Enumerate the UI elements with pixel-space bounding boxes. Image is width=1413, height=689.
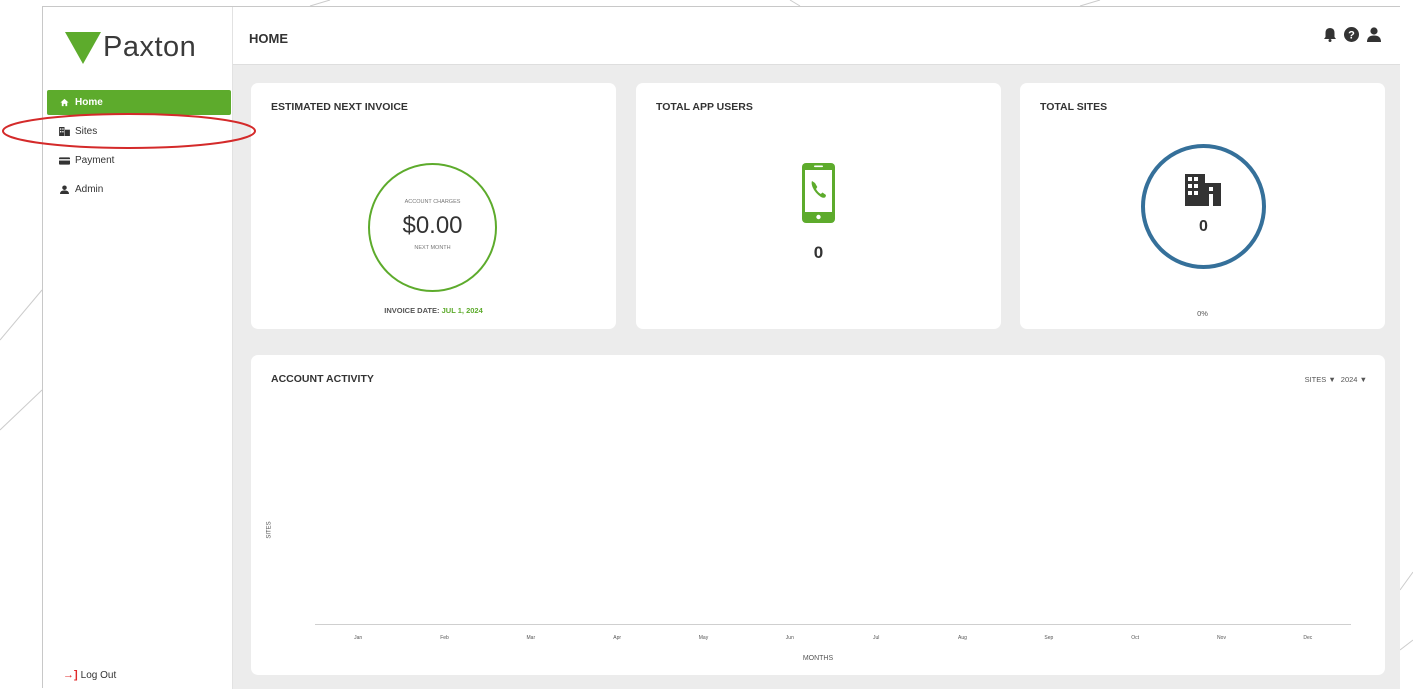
- invoice-date-value: JUL 1, 2024: [441, 306, 483, 315]
- sites-percent: 0%: [1197, 309, 1208, 318]
- activity-filters: SITES ▼ 2024 ▼: [1305, 375, 1367, 384]
- card-title: ESTIMATED NEXT INVOICE: [271, 101, 408, 113]
- chart-x-axis-line: [315, 624, 1351, 625]
- sidebar-item-label: Admin: [75, 184, 104, 195]
- chart-x-axis-label: MONTHS: [802, 655, 834, 662]
- bell-icon[interactable]: [1323, 27, 1337, 47]
- chart-x-tick-label: Nov: [1217, 635, 1226, 641]
- account-user-icon[interactable]: [1366, 27, 1382, 47]
- page-title: HOME: [249, 31, 288, 46]
- paxton-logo[interactable]: Paxton: [65, 31, 196, 64]
- card-title: ACCOUNT ACTIVITY: [271, 373, 374, 385]
- sites-filter-dropdown[interactable]: SITES ▼: [1305, 375, 1336, 384]
- chart-x-tick-label: Feb: [440, 635, 449, 641]
- invoice-ring: ACCOUNT CHARGES $0.00 NEXT MONTH: [368, 163, 497, 292]
- building-icon: [57, 127, 71, 136]
- total-app-users-card: TOTAL APP USERS 0: [636, 83, 1001, 329]
- chart-x-tick-label: Aug: [958, 635, 967, 641]
- sign-out-icon: →]: [63, 669, 78, 681]
- user-icon: [57, 185, 71, 194]
- sidebar-item-label: Payment: [75, 155, 115, 166]
- account-activity-card: ACCOUNT ACTIVITY SITES ▼ 2024 ▼ SITES Ja…: [251, 355, 1385, 675]
- chart-x-tick-label: Apr: [613, 635, 622, 641]
- main-content: HOME ? ESTIMATED NEXT INVOICE ACCOUNT CH…: [233, 7, 1400, 689]
- top-icons: ?: [1323, 27, 1382, 47]
- chart-x-tick-label: Oct: [1131, 635, 1140, 641]
- app-users-count: 0: [813, 243, 824, 262]
- card-title: TOTAL APP USERS: [656, 101, 753, 113]
- chart-x-tick-label: Jan: [354, 635, 363, 641]
- chart-x-tick-label: Jun: [785, 635, 794, 641]
- logo-text: Paxton: [103, 31, 197, 63]
- estimated-invoice-card: ESTIMATED NEXT INVOICE ACCOUNT CHARGES $…: [251, 83, 616, 329]
- svg-text:?: ?: [1348, 30, 1355, 42]
- chart-x-tick-label: May: [698, 635, 709, 641]
- sidebar-item-payment[interactable]: Payment: [47, 148, 231, 173]
- year-filter-dropdown[interactable]: 2024 ▼: [1341, 375, 1367, 384]
- chart-y-axis-label: SITES: [266, 521, 273, 539]
- chart-x-tick-label: Mar: [526, 635, 536, 641]
- home-icon: [57, 98, 71, 107]
- sites-filter-label: SITES: [1304, 375, 1327, 384]
- logout-label: Log Out: [80, 669, 117, 681]
- help-icon[interactable]: ?: [1344, 27, 1359, 47]
- next-month-label: NEXT MONTH: [414, 245, 451, 251]
- credit-card-icon: [57, 156, 71, 165]
- sidebar-item-admin[interactable]: Admin: [47, 177, 231, 202]
- chart-x-tick-label: Jul: [872, 635, 880, 641]
- sidebar-item-label: Sites: [75, 126, 98, 137]
- logout-link[interactable]: →] Log Out: [63, 669, 116, 681]
- caret-down-icon: ▼: [1359, 375, 1367, 384]
- sites-ring: 0: [1141, 144, 1266, 269]
- invoice-date-label: INVOICE DATE:: [384, 306, 440, 315]
- sidebar-item-label: Home: [75, 97, 103, 108]
- chart-x-tick-label: Sep: [1044, 635, 1054, 641]
- year-filter-label: 2024: [1340, 375, 1358, 384]
- chart-x-tick-label: Dec: [1303, 635, 1313, 641]
- invoice-amount: $0.00: [402, 212, 463, 239]
- building-icon: [1185, 174, 1223, 211]
- invoice-date: INVOICE DATE: JUL 1, 2024: [251, 306, 616, 315]
- logo-triangle-icon: [65, 31, 101, 64]
- sidebar-nav: Home Sites Payment Admin: [47, 90, 231, 206]
- total-sites-card: TOTAL SITES 0 0%: [1020, 83, 1385, 329]
- top-bar: HOME ?: [233, 7, 1400, 65]
- account-charges-label: ACCOUNT CHARGES: [404, 199, 461, 205]
- phone-icon: [802, 163, 835, 228]
- app-window: Paxton Home Sites Payment Admin →] Log O…: [42, 6, 1400, 689]
- sites-count: 0: [1199, 218, 1208, 235]
- sidebar: Paxton Home Sites Payment Admin →] Log O…: [43, 7, 233, 689]
- sidebar-item-home[interactable]: Home: [47, 90, 231, 115]
- caret-down-icon: ▼: [1328, 375, 1336, 384]
- sidebar-item-sites[interactable]: Sites: [47, 119, 231, 144]
- card-title: TOTAL SITES: [1040, 101, 1108, 113]
